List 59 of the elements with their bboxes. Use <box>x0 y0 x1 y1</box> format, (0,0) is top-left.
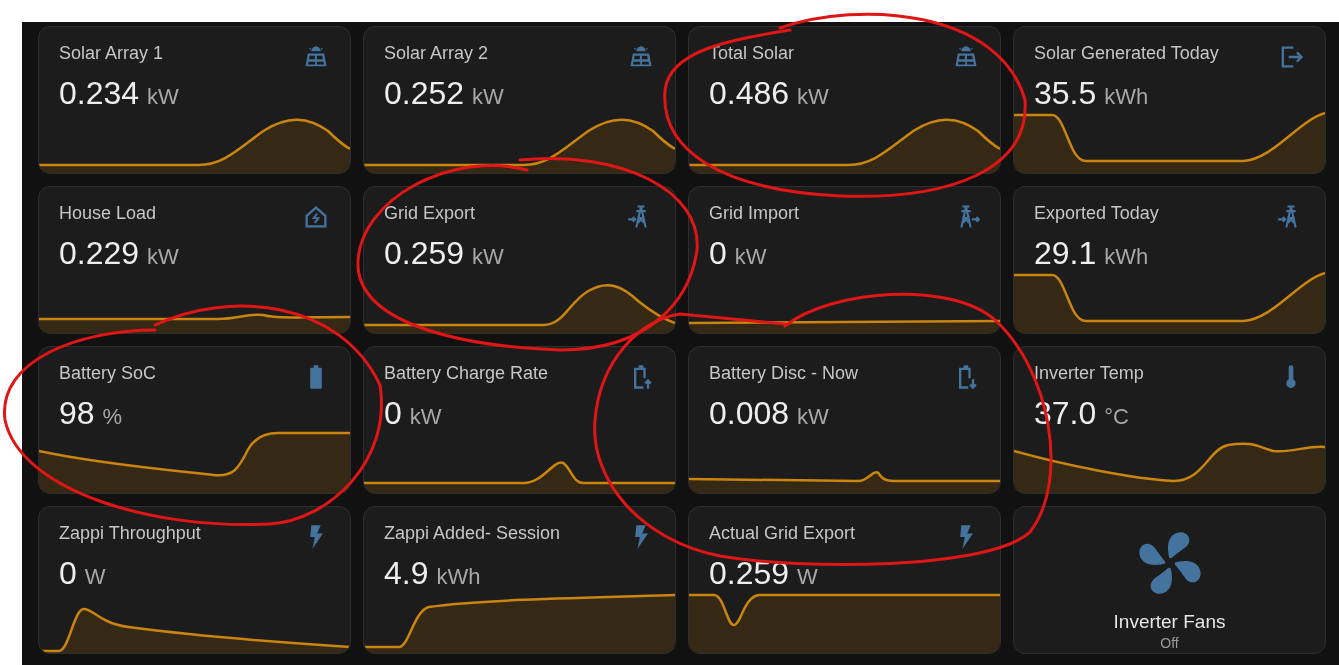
sensor-name: Zappi Throughput <box>59 523 201 544</box>
sensor-unit: % <box>102 404 123 430</box>
sensor-unit: kW <box>734 244 767 270</box>
sensor-value: 0.259 <box>709 555 790 592</box>
device-name: Inverter Fans <box>1113 611 1226 633</box>
sensor-name: Solar Array 1 <box>59 43 164 64</box>
sensor-unit: kW <box>472 84 504 110</box>
sensor-card[interactable]: Grid Export 0.259 kW <box>363 186 676 334</box>
sensor-value: 29.1 <box>1034 235 1097 272</box>
sensor-name: Grid Export <box>384 203 476 224</box>
sensor-card[interactable]: Solar Array 2 0.252 kW <box>363 26 676 174</box>
sensor-unit: W <box>797 564 818 590</box>
sensor-unit: kWh <box>1104 84 1149 110</box>
sensor-value: 0.259 <box>384 235 465 272</box>
sensor-name: Grid Import <box>709 203 800 224</box>
sensor-card[interactable]: Solar Generated Today 35.5 kWh <box>1013 26 1326 174</box>
sensor-card[interactable]: Grid Import 0 kW <box>688 186 1001 334</box>
sensor-value: 4.9 <box>384 555 429 592</box>
sensor-card[interactable]: Battery SoC 98 % <box>38 346 351 494</box>
sensor-card[interactable]: House Load 0.229 kW <box>38 186 351 334</box>
sensor-value: 0.234 <box>59 75 140 112</box>
sensor-name: Battery Disc - Now <box>709 363 859 384</box>
sensor-value: 0.252 <box>384 75 465 112</box>
sensor-card[interactable]: Exported Today 29.1 kWh <box>1013 186 1326 334</box>
sensor-value: 0.008 <box>709 395 790 432</box>
sensor-value: 98 <box>59 395 95 432</box>
sensor-card[interactable]: Battery Disc - Now 0.008 kW <box>688 346 1001 494</box>
sensor-card[interactable]: Battery Charge Rate 0 kW <box>363 346 676 494</box>
sensor-name: Battery Charge Rate <box>384 363 549 384</box>
sensor-unit: kWh <box>1104 244 1149 270</box>
sensor-name: Solar Generated Today <box>1034 43 1219 64</box>
sensor-card[interactable]: Actual Grid Export 0.259 W <box>688 506 1001 654</box>
sensor-unit: kWh <box>436 564 481 590</box>
sensor-name: Inverter Temp <box>1034 363 1144 384</box>
sensor-name: Solar Array 2 <box>384 43 489 64</box>
sensor-value: 35.5 <box>1034 75 1097 112</box>
sensor-name: Actual Grid Export <box>709 523 856 544</box>
sensor-value: 0.229 <box>59 235 140 272</box>
sensor-unit: kW <box>797 404 829 430</box>
sensor-unit: W <box>84 564 106 590</box>
sensor-unit: °C <box>1104 404 1129 430</box>
sensor-name: Exported Today <box>1034 203 1159 224</box>
sensor-name: House Load <box>59 203 157 224</box>
sensor-card[interactable]: Solar Array 1 0.234 kW <box>38 26 351 174</box>
sensor-value: 0.486 <box>709 75 790 112</box>
sensor-name: Zappi Added- Session <box>384 523 561 544</box>
toggle-card[interactable]: Inverter Fans Off <box>1013 506 1326 654</box>
sensor-card[interactable]: Zappi Throughput 0 W <box>38 506 351 654</box>
sensor-value: 0 <box>709 235 727 272</box>
sensor-unit: kW <box>472 244 504 270</box>
sensor-unit: kW <box>409 404 442 430</box>
sensor-unit: kW <box>797 84 829 110</box>
sensor-value: 0 <box>384 395 402 432</box>
sensor-card[interactable]: Zappi Added- Session 4.9 kWh <box>363 506 676 654</box>
sensor-unit: kW <box>147 84 179 110</box>
device-state: Off <box>1160 635 1179 651</box>
sensor-unit: kW <box>147 244 179 270</box>
sensor-value: 0 <box>59 555 77 592</box>
sensor-name: Battery SoC <box>59 363 157 384</box>
